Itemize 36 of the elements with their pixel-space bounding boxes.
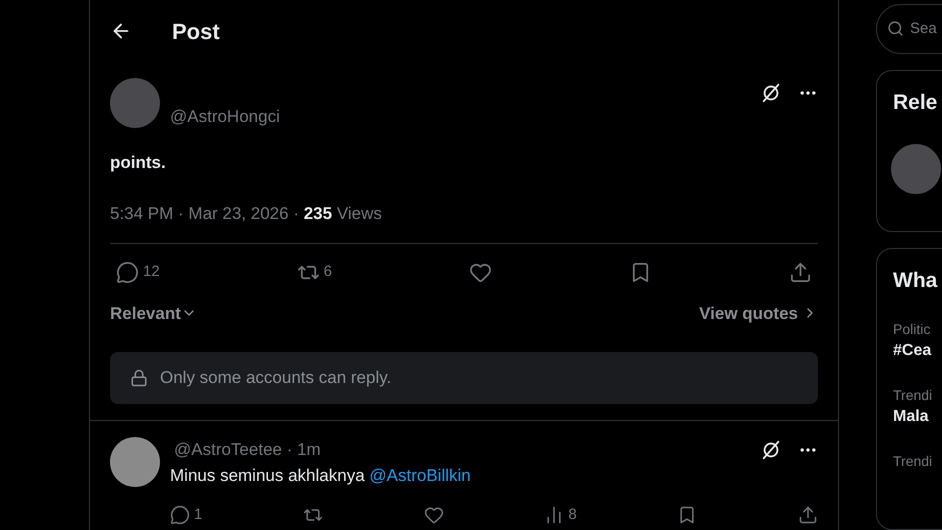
mention-link[interactable]: @AstroBillkin xyxy=(369,466,471,484)
trend-name[interactable]: Mala xyxy=(893,406,942,428)
bar-chart-button[interactable]: 8 xyxy=(544,504,577,526)
page-title: Post xyxy=(172,18,220,46)
share-button[interactable] xyxy=(788,260,812,284)
trend-name[interactable]: #Cea xyxy=(893,340,942,362)
reply-text: Minus seminus akhlaknya @AstroBillkin xyxy=(170,464,472,486)
slashed-circle-icon[interactable] xyxy=(760,82,782,104)
avatar[interactable] xyxy=(110,437,160,487)
repost-button[interactable]: 6 xyxy=(296,260,332,284)
reply-icon xyxy=(170,505,190,526)
card-title: Wha xyxy=(893,268,938,294)
search-field[interactable]: Sea xyxy=(876,4,942,54)
reply-restriction-text: Only some accounts can reply. xyxy=(160,367,392,390)
post-meta: 5:34 PM · Mar 23, 2026 · 235 Views xyxy=(110,203,383,225)
user-handle[interactable]: @AstroHongci xyxy=(170,104,280,130)
view-quotes-link[interactable]: View quotes xyxy=(699,300,818,326)
heart-button[interactable] xyxy=(424,505,444,526)
card-title: Rele xyxy=(893,90,938,116)
search-placeholder: Sea xyxy=(910,18,937,39)
heart-icon xyxy=(424,505,444,526)
search-icon xyxy=(887,20,904,38)
sort-dropdown[interactable]: Relevant xyxy=(110,300,197,326)
share-icon xyxy=(788,260,812,284)
share-button[interactable] xyxy=(798,505,818,526)
reply-button[interactable]: 12 xyxy=(116,260,160,284)
trend-category: Trendi xyxy=(893,452,934,472)
trend-category: Politic xyxy=(893,320,932,340)
reply-icon xyxy=(116,260,139,284)
share-icon xyxy=(798,505,818,526)
post-text: points. xyxy=(110,152,167,174)
reply-button[interactable]: 1 xyxy=(170,504,202,526)
lock-icon xyxy=(130,369,148,387)
reply-author[interactable]: @AstroTeetee · 1m xyxy=(174,437,321,462)
trend-category: Trendi xyxy=(893,386,934,406)
slashed-circle-icon[interactable] xyxy=(760,438,782,461)
